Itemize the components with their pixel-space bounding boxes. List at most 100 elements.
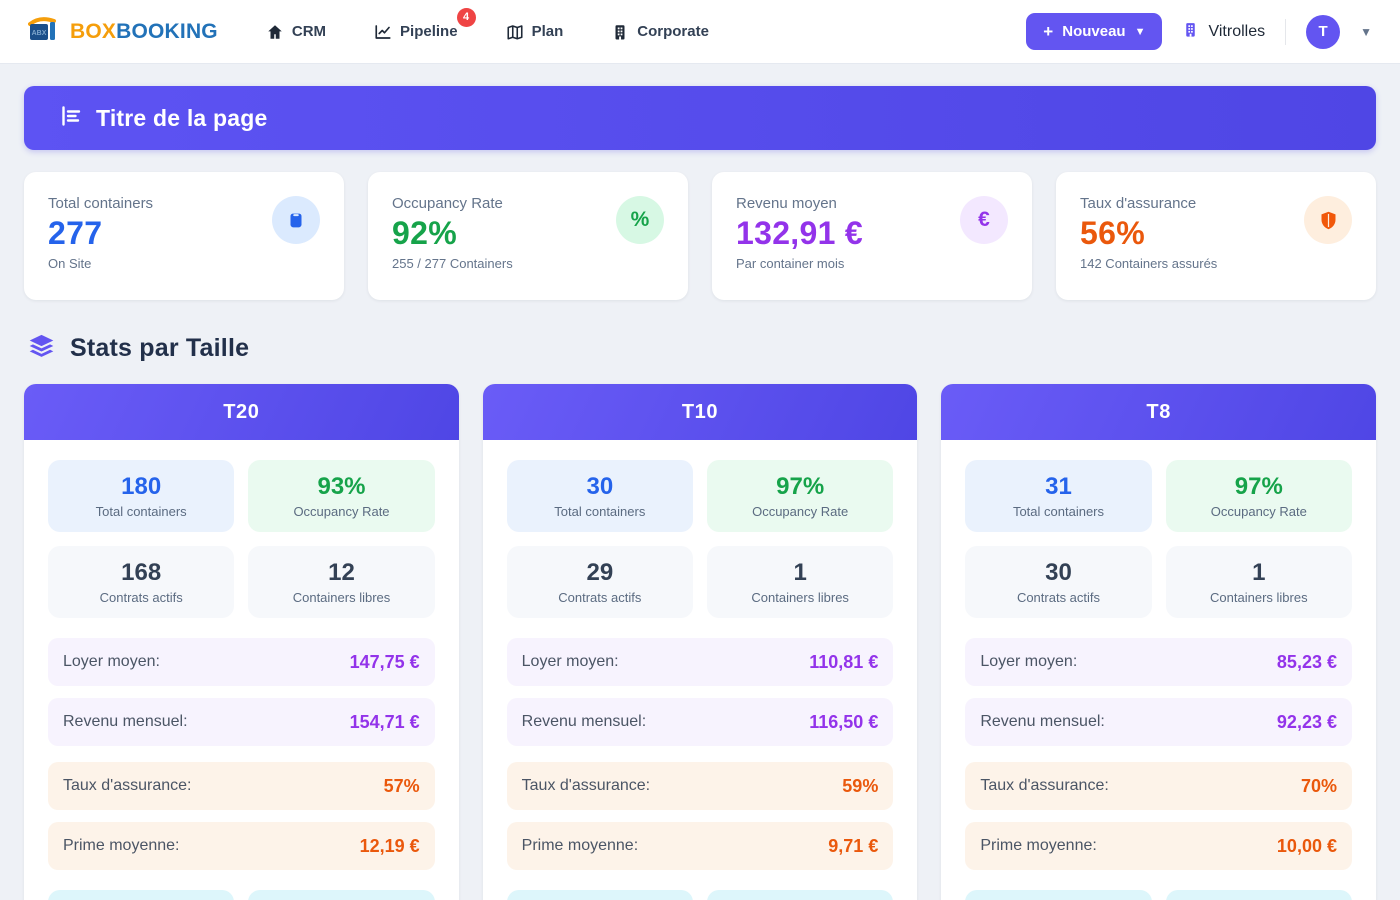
mini-label: Total containers bbox=[96, 504, 187, 519]
size-card-title: T10 bbox=[483, 384, 918, 440]
stat-row-label: Taux d'assurance: bbox=[522, 777, 650, 795]
mini-cell-extra bbox=[965, 890, 1151, 900]
nav-item-pipeline[interactable]: Pipeline 4 bbox=[374, 0, 458, 64]
mini-cell-extra bbox=[48, 890, 234, 900]
stat-row-label: Revenu mensuel: bbox=[522, 713, 647, 731]
plus-icon: + bbox=[1043, 22, 1053, 42]
mini-cell-extra bbox=[248, 890, 434, 900]
stat-row-assurance: Taux d'assurance: 57% bbox=[48, 762, 435, 810]
nav-item-label: CRM bbox=[292, 23, 326, 40]
mini-value: 93% bbox=[317, 473, 365, 501]
mini-cell-free: 12 Containers libres bbox=[248, 546, 434, 618]
shield-icon bbox=[1304, 196, 1352, 244]
mini-cell-total: 30 Total containers bbox=[507, 460, 693, 532]
kpi-card-occupancy-rate: Occupancy Rate 92% 255 / 277 Containers … bbox=[368, 172, 688, 300]
stat-row-label: Prime moyenne: bbox=[63, 837, 180, 855]
mini-cell-free: 1 Containers libres bbox=[707, 546, 893, 618]
stat-row-revenu: Revenu mensuel: 116,50 € bbox=[507, 698, 894, 746]
main-nav: CRM Pipeline 4 Plan Corporate bbox=[266, 0, 709, 64]
mini-value: 30 bbox=[1045, 559, 1072, 587]
bar-chart-icon bbox=[59, 104, 83, 133]
kpi-subtext: Par container mois bbox=[736, 256, 1008, 271]
stat-row-revenu: Revenu mensuel: 154,71 € bbox=[48, 698, 435, 746]
mini-cell-occupancy: 97% Occupancy Rate bbox=[1166, 460, 1352, 532]
nav-item-crm[interactable]: CRM bbox=[266, 0, 326, 64]
stat-row-value: 147,75 € bbox=[350, 652, 420, 673]
page-title: Titre de la page bbox=[96, 105, 268, 132]
avatar[interactable]: T bbox=[1306, 15, 1340, 49]
size-card-t20: T20 180 Total containers 93% Occupancy R… bbox=[24, 384, 459, 900]
brand-text-box: BOX bbox=[70, 20, 116, 43]
mini-label: Contrats actifs bbox=[1017, 590, 1100, 605]
mini-label: Contrats actifs bbox=[558, 590, 641, 605]
new-button-label: Nouveau bbox=[1062, 23, 1125, 40]
percent-icon: % bbox=[616, 196, 664, 244]
navbar-right: + Nouveau ▼ Vitrolles T ▼ bbox=[1026, 13, 1372, 50]
stat-row-value: 116,50 € bbox=[809, 712, 878, 733]
mini-label: Occupancy Rate bbox=[293, 504, 389, 519]
mini-label: Occupancy Rate bbox=[1211, 504, 1307, 519]
divider bbox=[1285, 19, 1286, 45]
page-title-banner: Titre de la page bbox=[24, 86, 1376, 150]
mini-cell-total: 31 Total containers bbox=[965, 460, 1151, 532]
extra-stat-grid bbox=[48, 890, 435, 900]
nav-item-plan[interactable]: Plan bbox=[506, 0, 564, 64]
mini-label: Contrats actifs bbox=[100, 590, 183, 605]
kpi-cards: Total containers 277 On Site Occupancy R… bbox=[24, 172, 1376, 300]
mini-cell-extra bbox=[507, 890, 693, 900]
nav-item-label: Pipeline bbox=[400, 23, 458, 40]
section-header: Stats par Taille bbox=[28, 332, 1376, 364]
stat-row-value: 85,23 € bbox=[1277, 652, 1337, 673]
chevron-down-icon: ▼ bbox=[1135, 26, 1146, 38]
kpi-subtext: 142 Containers assurés bbox=[1080, 256, 1352, 271]
stat-row-label: Taux d'assurance: bbox=[63, 777, 191, 795]
mini-cell-total: 180 Total containers bbox=[48, 460, 234, 532]
stat-row-revenu: Revenu mensuel: 92,23 € bbox=[965, 698, 1352, 746]
mini-value: 1 bbox=[793, 559, 806, 587]
stat-row-prime: Prime moyenne: 9,71 € bbox=[507, 822, 894, 870]
euro-icon: € bbox=[960, 196, 1008, 244]
nav-item-corporate[interactable]: Corporate bbox=[611, 0, 709, 64]
stat-row-value: 59% bbox=[842, 776, 878, 797]
size-card-body: 180 Total containers 93% Occupancy Rate … bbox=[24, 440, 459, 900]
stat-row-assurance: Taux d'assurance: 70% bbox=[965, 762, 1352, 810]
stat-row-label: Loyer moyen: bbox=[63, 653, 160, 671]
mini-value: 168 bbox=[121, 559, 161, 587]
building-icon bbox=[611, 23, 629, 41]
size-card-body: 30 Total containers 97% Occupancy Rate 2… bbox=[483, 440, 918, 900]
brand-text-booking: BOOKING bbox=[116, 20, 218, 43]
stat-row-label: Revenu mensuel: bbox=[980, 713, 1105, 731]
chart-line-icon bbox=[374, 23, 392, 41]
new-button[interactable]: + Nouveau ▼ bbox=[1026, 13, 1162, 50]
mini-cell-free: 1 Containers libres bbox=[1166, 546, 1352, 618]
mini-value: 180 bbox=[121, 473, 161, 501]
stat-rows: Loyer moyen: 110,81 € Revenu mensuel: 11… bbox=[507, 638, 894, 870]
brand-logo[interactable]: ABX BOXBOOKING bbox=[28, 15, 218, 48]
stat-row-prime: Prime moyenne: 10,00 € bbox=[965, 822, 1352, 870]
home-icon bbox=[266, 23, 284, 41]
page-content: Titre de la page Total containers 277 On… bbox=[0, 64, 1400, 900]
mini-value: 30 bbox=[586, 473, 613, 501]
stat-row-label: Prime moyenne: bbox=[522, 837, 639, 855]
site-name: Vitrolles bbox=[1208, 23, 1265, 41]
mini-label: Containers libres bbox=[1210, 590, 1308, 605]
mini-cell-contracts: 168 Contrats actifs bbox=[48, 546, 234, 618]
mini-label: Total containers bbox=[554, 504, 645, 519]
mini-value: 31 bbox=[1045, 473, 1072, 501]
mini-label: Total containers bbox=[1013, 504, 1104, 519]
chevron-down-icon[interactable]: ▼ bbox=[1360, 25, 1372, 39]
mini-value: 1 bbox=[1252, 559, 1265, 587]
stat-row-value: 12,19 € bbox=[360, 836, 420, 857]
mini-cell-occupancy: 93% Occupancy Rate bbox=[248, 460, 434, 532]
kpi-subtext: On Site bbox=[48, 256, 320, 271]
site-selector[interactable]: Vitrolles bbox=[1182, 21, 1265, 43]
stat-row-label: Loyer moyen: bbox=[522, 653, 619, 671]
pipeline-badge: 4 bbox=[457, 8, 476, 27]
building-icon bbox=[1182, 21, 1199, 43]
size-card-body: 31 Total containers 97% Occupancy Rate 3… bbox=[941, 440, 1376, 900]
mini-value: 29 bbox=[586, 559, 613, 587]
stat-row-label: Prime moyenne: bbox=[980, 837, 1097, 855]
stat-row-value: 57% bbox=[384, 776, 420, 797]
mini-cell-contracts: 30 Contrats actifs bbox=[965, 546, 1151, 618]
size-card-title: T20 bbox=[24, 384, 459, 440]
